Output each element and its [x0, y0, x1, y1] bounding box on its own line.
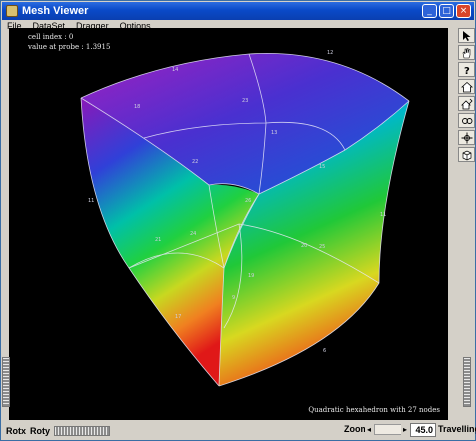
zoom-value-field[interactable]: 45.0	[410, 423, 436, 437]
home-icon[interactable]	[458, 79, 475, 94]
rotx-thumbwheel[interactable]	[2, 357, 10, 407]
minimize-button[interactable]: _	[422, 4, 437, 18]
maximize-button[interactable]: □	[439, 4, 454, 18]
zoom-decrease-arrow[interactable]: ◂	[365, 424, 373, 435]
node-label: 15	[319, 164, 325, 170]
app-icon	[6, 5, 18, 17]
set-home-icon[interactable]	[458, 96, 475, 111]
node-label: 14	[172, 67, 178, 73]
mesh-render: 14 12 18 23 13 22 15 11 26 11 24 21 20 2…	[80, 50, 410, 387]
viewer-toolbar: ?	[458, 28, 475, 164]
node-label: 18	[134, 104, 140, 110]
node-label: 9	[232, 295, 235, 301]
window-title: Mesh Viewer	[22, 5, 89, 17]
node-label: 11	[88, 198, 94, 204]
cell-index-readout: cell index : 0	[28, 33, 74, 41]
mesh-viewer-window: Mesh Viewer _ □ × File DataSet Dragger O…	[0, 0, 476, 441]
node-label: 22	[192, 159, 198, 165]
hand-icon[interactable]	[458, 45, 475, 60]
node-label: 19	[248, 273, 254, 279]
node-label: 13	[271, 130, 277, 136]
close-button[interactable]: ×	[456, 4, 471, 18]
zoom-slider[interactable]	[374, 424, 402, 435]
svg-text:?: ?	[464, 66, 470, 76]
rotx-label: Rotx	[6, 425, 26, 436]
node-label: 26	[245, 198, 251, 204]
title-bar[interactable]: Mesh Viewer _ □ ×	[2, 2, 474, 20]
pointer-icon[interactable]	[458, 28, 475, 43]
node-label: 23	[242, 98, 248, 104]
zoom-increase-arrow[interactable]: ▸	[401, 424, 409, 435]
mesh-caption: Quadratic hexahedron with 27 nodes	[308, 406, 440, 414]
dolly-thumbwheel[interactable]	[463, 357, 471, 407]
seek-icon[interactable]	[458, 130, 475, 145]
perspective-icon[interactable]	[458, 147, 475, 162]
node-label: 6	[323, 348, 326, 354]
roty-label: Roty	[30, 425, 50, 436]
node-label: 12	[327, 50, 333, 56]
roty-thumbwheel[interactable]	[54, 425, 110, 436]
node-label: 24	[190, 231, 196, 237]
node-label: 25	[319, 244, 325, 250]
bottom-bar: Rotx Roty Zoom ◂ ▸ 45.0 Travelling	[2, 421, 476, 440]
render-viewport[interactable]: 14 12 18 23 13 22 15 11 26 11 24 21 20 2…	[9, 28, 448, 420]
mode-label: Travelling	[438, 424, 476, 434]
node-label: 17	[175, 314, 181, 320]
probe-value-readout: value at probe : 1.3915	[28, 43, 111, 51]
node-label: 11	[380, 212, 386, 218]
node-label: 21	[155, 237, 161, 243]
node-label: 20	[301, 243, 307, 249]
view-all-icon[interactable]	[458, 113, 475, 128]
help-icon[interactable]: ?	[458, 62, 475, 77]
